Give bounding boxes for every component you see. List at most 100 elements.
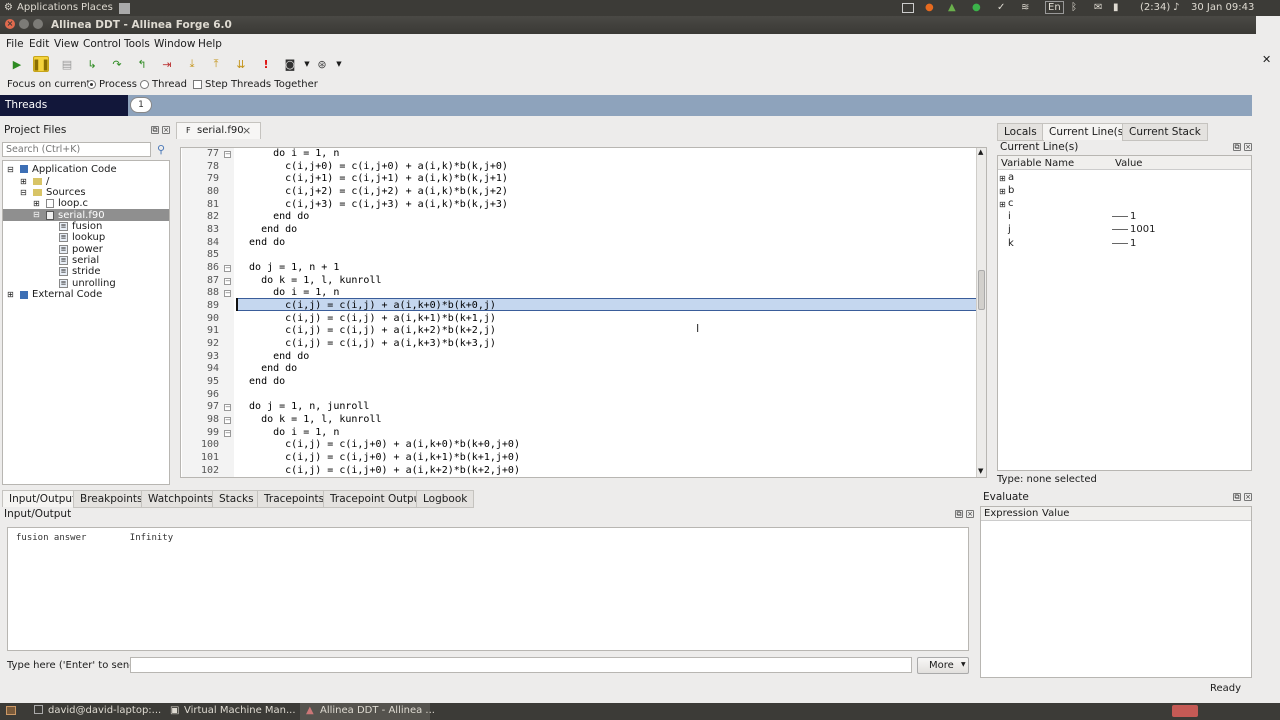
show-desktop-icon[interactable] (6, 706, 16, 715)
expand-icon[interactable]: ⊞ (999, 187, 1006, 196)
fold-icon[interactable]: − (224, 290, 231, 297)
code-line[interactable]: do i = 1, n (237, 427, 339, 438)
editor-scrollbar[interactable]: ▲ ▼ (976, 148, 986, 477)
step-out-icon[interactable]: ↰ (134, 56, 150, 72)
thread-radio[interactable] (140, 80, 149, 89)
io-output-area[interactable]: fusion answer Infinity (7, 527, 969, 651)
menu-window[interactable]: Window (154, 38, 195, 50)
search-icon[interactable]: ⚲ (157, 143, 165, 156)
function-item-unrolling[interactable]: unrolling (72, 278, 116, 289)
variable-name[interactable]: i (1008, 211, 1011, 222)
variable-name[interactable]: a (1008, 172, 1014, 183)
expand-icon[interactable]: ⊞ (999, 200, 1006, 209)
close-panel-icon[interactable]: × (1244, 493, 1252, 501)
menu-control[interactable]: Control (83, 38, 121, 50)
firefox-icon[interactable]: ● (925, 2, 934, 13)
app-code-item[interactable]: Application Code (32, 164, 117, 175)
keyboard-lang[interactable]: En (1045, 1, 1064, 14)
function-item-power[interactable]: power (72, 244, 103, 255)
battery-icon[interactable]: ▮ (1113, 2, 1119, 13)
menu-view[interactable]: View (54, 38, 79, 50)
expand-icon[interactable]: ⊟ (7, 165, 14, 174)
close-panel-icon[interactable]: × (966, 510, 974, 518)
down-frame-icon[interactable]: ⤓ (184, 56, 200, 72)
camera-icon[interactable]: ◙ (282, 56, 298, 72)
fold-icon[interactable]: − (224, 151, 231, 158)
fold-icon[interactable]: − (224, 430, 231, 437)
code-line[interactable]: c(i,j) = c(i,j+0) + a(i,k+1)*b(k+1,j+0) (237, 452, 520, 463)
expand-icon[interactable]: ⊟ (33, 210, 40, 219)
fold-icon[interactable]: − (224, 278, 231, 285)
file-item-loop[interactable]: loop.c (58, 198, 88, 209)
float-panel-icon[interactable]: ⧉ (1233, 493, 1241, 501)
wifi-icon[interactable]: ≋ (1021, 2, 1029, 13)
code-line[interactable]: end do (237, 211, 309, 222)
alert-icon[interactable]: ! (258, 56, 274, 72)
connect-dropdown-icon[interactable]: ▼ (331, 56, 347, 72)
applications-menu[interactable]: Applications (17, 2, 78, 13)
code-line[interactable]: c(i,j+0) = c(i,j+0) + a(i,k)*b(k,j+0) (237, 161, 508, 172)
more-button[interactable]: More ▼ (917, 657, 969, 674)
scroll-down-icon[interactable]: ▼ (978, 467, 983, 475)
tab-breakpoints[interactable]: Breakpoints (73, 490, 150, 508)
code-line[interactable]: do k = 1, l, kunroll (237, 414, 381, 425)
expand-icon[interactable]: ⊞ (20, 177, 27, 186)
code-line[interactable]: c(i,j) = c(i,j) + a(i,k+3)*b(k+3,j) (237, 338, 496, 349)
code-line[interactable]: end do (237, 351, 309, 362)
update-icon[interactable]: ▲ (948, 2, 956, 13)
files-launcher-icon[interactable] (119, 3, 130, 14)
workspace-switcher-icon[interactable] (1172, 705, 1198, 717)
close-panel-icon[interactable]: × (162, 126, 170, 134)
tab-stacks[interactable]: Stacks (212, 490, 261, 508)
scroll-thumb[interactable] (978, 270, 985, 310)
variable-name[interactable]: j (1008, 224, 1011, 235)
menu-tools[interactable]: Tools (124, 38, 150, 50)
editor-tab[interactable]: F serial.f90 × (176, 122, 261, 139)
tab-current-stack[interactable]: Current Stack (1122, 123, 1208, 141)
function-item-lookup[interactable]: lookup (72, 232, 105, 243)
evaluate-table[interactable] (980, 506, 1252, 678)
connect-icon[interactable]: ⊛ (314, 56, 330, 72)
chrome-icon[interactable]: ● (972, 2, 981, 13)
volume-icon[interactable]: ♪ (1173, 2, 1179, 13)
close-panel-icon[interactable]: × (1244, 143, 1252, 151)
code-line[interactable]: do i = 1, n (237, 148, 339, 159)
code-line[interactable]: c(i,j+3) = c(i,j+3) + a(i,k)*b(k,j+3) (237, 199, 508, 210)
code-line[interactable]: c(i,j) = c(i,j+0) + a(i,k+2)*b(k+2,j+0) (237, 465, 520, 476)
step-over-icon[interactable]: ↷ (109, 56, 125, 72)
fold-icon[interactable]: − (224, 265, 231, 272)
code-line[interactable]: end do (237, 224, 297, 235)
minimize-window-icon[interactable] (19, 19, 29, 29)
pause-icon[interactable]: ❚❚ (32, 56, 50, 72)
code-line[interactable]: c(i,j+1) = c(i,j+1) + a(i,k)*b(k,j+1) (237, 173, 508, 184)
code-line[interactable]: do k = 1, l, kunroll (237, 275, 381, 286)
threads-bar[interactable]: Threads 1 (0, 95, 1252, 116)
code-line[interactable]: c(i,j) = c(i,j) + a(i,k+1)*b(k+1,j) (237, 313, 496, 324)
expand-icon[interactable]: ⊞ (999, 174, 1006, 183)
expand-icon[interactable]: ⊞ (7, 290, 14, 299)
code-line[interactable]: do j = 1, n, junroll (237, 401, 369, 412)
task-terminal[interactable]: david@david-laptop:... (48, 705, 161, 716)
function-item-stride[interactable]: stride (72, 266, 101, 277)
scroll-up-icon[interactable]: ▲ (978, 148, 983, 156)
float-panel-icon[interactable]: ⧉ (955, 510, 963, 518)
menu-file[interactable]: File (6, 38, 24, 50)
code-line[interactable]: end do (237, 363, 297, 374)
run-to-line-icon[interactable]: ⇥ (159, 56, 175, 72)
close-side-icon[interactable]: ✕ (1262, 53, 1271, 66)
task-ddt[interactable]: Allinea DDT - Allinea ... (320, 705, 435, 716)
process-radio[interactable] (87, 80, 96, 89)
tab-logbook[interactable]: Logbook (416, 490, 475, 508)
code-line[interactable]: end do (237, 376, 285, 387)
process-label[interactable]: Process (99, 79, 137, 90)
bottom-frame-icon[interactable]: ⇊ (233, 56, 249, 72)
file-item-serial[interactable]: serial.f90 (58, 210, 105, 221)
col-eval-value[interactable]: Value (1042, 508, 1069, 519)
ubuntu-logo-icon[interactable]: ⚙ (4, 2, 13, 13)
bluetooth-icon[interactable]: ᛒ (1071, 2, 1077, 13)
tab-locals[interactable]: Locals (997, 123, 1044, 141)
col-variable-name[interactable]: Variable Name (1001, 158, 1074, 169)
project-search-input[interactable] (2, 142, 151, 157)
up-frame-icon[interactable]: ⤒ (208, 56, 224, 72)
fold-icon[interactable]: − (224, 417, 231, 424)
